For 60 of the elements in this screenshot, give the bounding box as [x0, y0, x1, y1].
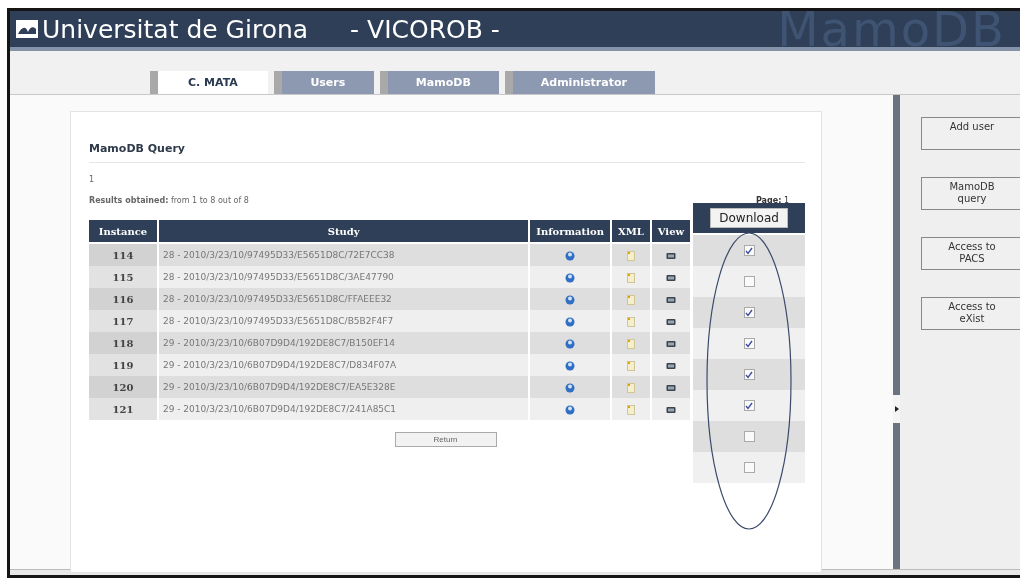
monitor-icon[interactable]	[665, 295, 676, 305]
table-cell-text: 29 - 2010/3/23/10/6B07D9D4/192DE8C7/D834F07A	[161, 359, 398, 372]
sidebar-button[interactable]: Add user	[921, 117, 1020, 150]
info-icon[interactable]	[565, 273, 576, 283]
header-subtitle: - VICOROB -	[350, 14, 500, 44]
table-cell: 118	[89, 332, 157, 354]
table-cell: 116	[89, 288, 157, 310]
sidebar-button[interactable]: Access to eXist	[921, 297, 1020, 330]
monitor-icon[interactable]	[665, 383, 676, 393]
table-cell-text: 29 - 2010/3/23/10/6B07D9D4/192DE8C7/B150EF14	[161, 337, 396, 350]
column-header: Information	[530, 220, 610, 244]
table-cell-text: 28 - 2010/3/23/10/97495D33/E5651D8C/FFAEEE32	[161, 293, 393, 306]
checkbox[interactable]	[743, 431, 755, 442]
table-cell: 115	[89, 266, 157, 288]
table-cell: 121	[89, 398, 157, 420]
monitor-icon[interactable]	[665, 317, 676, 327]
monitor-icon[interactable]	[665, 405, 676, 415]
triangle-icon	[894, 406, 899, 412]
monitor-icon[interactable]	[665, 361, 676, 371]
checkbox[interactable]	[743, 462, 755, 473]
column-header: Study	[158, 220, 529, 244]
column-header: Instance	[89, 220, 157, 244]
table-cell-text: 28 - 2010/3/23/10/97495D33/E5651D8C/72E7CC38	[161, 249, 396, 262]
table-cell: 120	[89, 376, 157, 398]
download-button[interactable]: Download	[710, 208, 788, 228]
monitor-icon[interactable]	[665, 251, 676, 261]
table-cell-text: 28 - 2010/3/23/10/97495D33/E5651D8C/B5B2F4F7	[161, 315, 395, 328]
info-icon[interactable]	[565, 295, 576, 305]
info-icon[interactable]	[565, 339, 576, 349]
checkbox[interactable]	[743, 245, 755, 256]
info-icon[interactable]	[565, 317, 576, 327]
info-icon[interactable]	[565, 251, 576, 261]
info-icon[interactable]	[565, 361, 576, 371]
query-text: 1	[89, 175, 96, 184]
checkbox[interactable]	[743, 338, 755, 349]
sidebar-button[interactable]: MamoDB query	[921, 177, 1020, 210]
results-text: Results obtained: from 1 to 8 out of 8	[89, 196, 249, 205]
checkbox[interactable]	[743, 276, 755, 287]
table-cell-text: 28 - 2010/3/23/10/97495D33/E5651D8C/3AE47790	[161, 271, 395, 284]
table-cell-text: 29 - 2010/3/23/10/6B07D9D4/192DE8C7/241A85C1	[161, 403, 398, 416]
column-header: XML	[611, 220, 650, 244]
logo-icon	[16, 20, 38, 38]
info-icon[interactable]	[565, 405, 576, 415]
table-cell: 119	[89, 354, 157, 376]
tab[interactable]: C. MATA	[150, 71, 268, 94]
return-button[interactable]: Return	[394, 432, 497, 447]
monitor-icon[interactable]	[665, 273, 676, 283]
monitor-icon[interactable]	[665, 339, 676, 349]
checkbox[interactable]	[743, 307, 755, 318]
column-header: View	[651, 220, 691, 244]
checkbox[interactable]	[743, 400, 755, 411]
table-cell: 117	[89, 310, 157, 332]
checkbox[interactable]	[743, 369, 755, 380]
info-icon[interactable]	[565, 383, 576, 393]
header-title: Universitat de Girona	[42, 14, 309, 44]
table-cell-text: 29 - 2010/3/23/10/6B07D9D4/192DE8C7/EA5E328E	[161, 381, 397, 394]
sidebar-button[interactable]: Access to PACS	[921, 237, 1020, 270]
query-title: MamoDB Query	[89, 142, 805, 163]
table-cell: 114	[89, 244, 157, 266]
collapse-toggle[interactable]	[893, 395, 900, 423]
